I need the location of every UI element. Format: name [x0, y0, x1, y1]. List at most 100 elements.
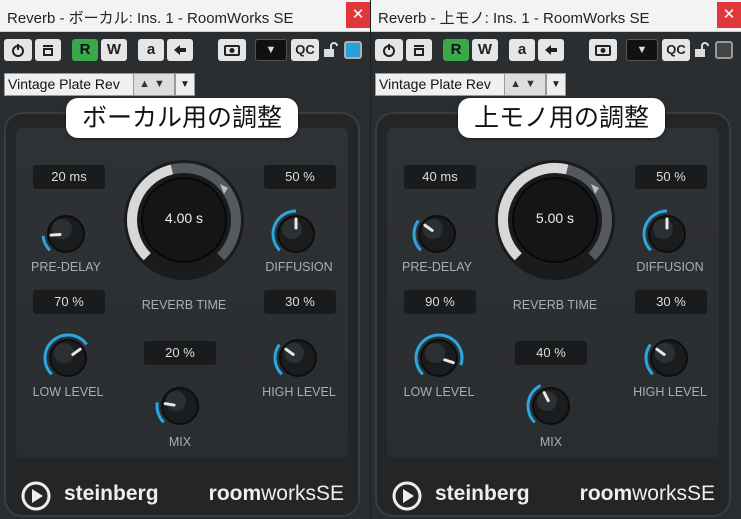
arrow-left-icon — [174, 45, 186, 55]
title-bar: Reverb - ボーカル: Ins. 1 - RoomWorks SE ✕ — [0, 0, 370, 32]
knob-highlight — [655, 343, 675, 363]
focus-indicator[interactable] — [715, 41, 733, 59]
arrow-left-icon — [545, 45, 557, 55]
low-level-knob[interactable] — [413, 332, 465, 384]
roomworks-se: SE — [686, 482, 715, 505]
steinberg-logo-icon — [21, 481, 51, 511]
title-bar: Reverb - 上モノ: Ins. 1 - RoomWorks SE ✕ — [371, 0, 741, 32]
steinberg-brand: steinberg — [435, 482, 530, 505]
mix-knob[interactable] — [154, 380, 206, 432]
preset-dropdown[interactable]: ▼ — [175, 73, 195, 96]
diffusion-knob[interactable] — [641, 208, 693, 260]
roomworks-room: room — [208, 482, 262, 505]
quick-controls-button[interactable]: QC — [662, 39, 690, 61]
close-button[interactable]: ✕ — [346, 2, 370, 28]
mix-knob[interactable] — [525, 380, 577, 432]
low-level-knob[interactable] — [42, 332, 94, 384]
quick-controls-button[interactable]: QC — [291, 39, 319, 61]
pre-delay-label: PRE-DELAY — [402, 260, 472, 274]
focus-indicator[interactable] — [344, 41, 362, 59]
knob-highlight — [425, 343, 445, 363]
pre-delay-readout[interactable]: 20 ms — [33, 165, 105, 189]
high-level-readout[interactable]: 30 % — [635, 290, 707, 314]
power-icon — [12, 44, 24, 57]
reverb-time-label: REVERB TIME — [141, 298, 227, 312]
mix-label: MIX — [539, 435, 563, 449]
snapshot-button[interactable] — [218, 39, 246, 61]
unlock-icon — [324, 42, 338, 57]
annotation-caption: ボーカル用の調整 — [66, 98, 299, 138]
mix-label: MIX — [168, 435, 192, 449]
roomworks-logo: roomworksSE — [209, 482, 344, 506]
write-automation-button[interactable]: W — [101, 39, 127, 61]
low-level-readout[interactable]: 70 % — [33, 290, 105, 314]
diffusion-knob[interactable] — [270, 208, 322, 260]
lock-button[interactable] — [321, 39, 339, 61]
annotation-caption: 上モノ用の調整 — [458, 98, 666, 138]
pre-delay-knob[interactable] — [40, 208, 92, 260]
knob-highlight — [54, 343, 74, 363]
low-level-readout[interactable]: 90 % — [404, 290, 476, 314]
snapshot-dropdown[interactable]: ▼ — [626, 39, 658, 61]
snapshot-dropdown[interactable]: ▼ — [255, 39, 287, 61]
panel-footer: steinberg roomworksSE — [4, 472, 360, 517]
pre-delay-readout[interactable]: 40 ms — [404, 165, 476, 189]
close-button[interactable]: ✕ — [717, 2, 741, 28]
window-title: Reverb - 上モノ: Ins. 1 - RoomWorks SE — [378, 10, 650, 27]
plugin-toolbar: R W a ▼ QC — [0, 35, 370, 67]
compare-a-button[interactable]: a — [138, 39, 164, 61]
pre-delay-knob[interactable] — [411, 208, 463, 260]
switch-button[interactable] — [167, 39, 193, 61]
knob-highlight — [282, 219, 302, 239]
bypass-button[interactable] — [406, 39, 432, 61]
diffusion-readout[interactable]: 50 % — [635, 165, 707, 189]
reverb-time-value: 5.00 s — [535, 210, 575, 226]
mix-readout[interactable]: 40 % — [515, 341, 587, 365]
mix-readout[interactable]: 20 % — [144, 341, 216, 365]
plugin-window-vocal: Reverb - ボーカル: Ins. 1 - RoomWorks SE ✕ R… — [0, 0, 370, 519]
low-level-label: LOW LEVEL — [403, 385, 475, 399]
power-button[interactable] — [375, 39, 403, 61]
knob-pointer — [163, 402, 176, 407]
diffusion-label: DIFFUSION — [265, 260, 333, 274]
high-level-label: HIGH LEVEL — [262, 385, 336, 399]
camera-icon — [224, 45, 240, 56]
lock-button[interactable] — [692, 39, 710, 61]
preset-name-field[interactable]: Vintage Plate Rev — [4, 73, 134, 96]
plugin-window-uwamono: Reverb - 上モノ: Ins. 1 - RoomWorks SE ✕ R … — [371, 0, 741, 519]
reverb-time-value: 4.00 s — [164, 210, 204, 226]
preset-name-field[interactable]: Vintage Plate Rev — [375, 73, 505, 96]
preset-dropdown[interactable]: ▼ — [546, 73, 566, 96]
low-level-label: LOW LEVEL — [32, 385, 104, 399]
high-level-knob[interactable] — [272, 332, 324, 384]
high-level-label: HIGH LEVEL — [633, 385, 707, 399]
high-level-knob[interactable] — [643, 332, 695, 384]
read-automation-button[interactable]: R — [72, 39, 98, 61]
roomworks-se: SE — [315, 482, 344, 505]
high-level-readout[interactable]: 30 % — [264, 290, 336, 314]
roomworks-panel: 20 ms 50 % 70 % 30 % 20 % 4.00 s PRE-DEL… — [4, 112, 360, 517]
roomworks-works: works — [261, 482, 316, 505]
reverb-time-label: REVERB TIME — [512, 298, 598, 312]
diffusion-readout[interactable]: 50 % — [264, 165, 336, 189]
snapshot-button[interactable] — [589, 39, 617, 61]
power-button[interactable] — [4, 39, 32, 61]
read-automation-button[interactable]: R — [443, 39, 469, 61]
steinberg-logo-icon — [392, 481, 422, 511]
bypass-button[interactable] — [35, 39, 61, 61]
power-icon — [383, 44, 395, 57]
knob-highlight — [166, 391, 186, 411]
write-automation-button[interactable]: W — [472, 39, 498, 61]
roomworks-works: works — [632, 482, 687, 505]
roomworks-logo: roomworksSE — [580, 482, 715, 506]
compare-a-button[interactable]: a — [509, 39, 535, 61]
switch-button[interactable] — [538, 39, 564, 61]
diffusion-label: DIFFUSION — [636, 260, 704, 274]
steinberg-brand: steinberg — [64, 482, 159, 505]
preset-prev-next[interactable]: ▲▼ — [504, 73, 546, 96]
preset-prev-next[interactable]: ▲▼ — [133, 73, 175, 96]
camera-icon — [595, 45, 611, 56]
roomworks-panel: 40 ms 50 % 90 % 30 % 40 % 5.00 s PRE-DEL… — [375, 112, 731, 517]
bypass-icon — [414, 45, 424, 56]
unlock-icon — [695, 42, 709, 57]
